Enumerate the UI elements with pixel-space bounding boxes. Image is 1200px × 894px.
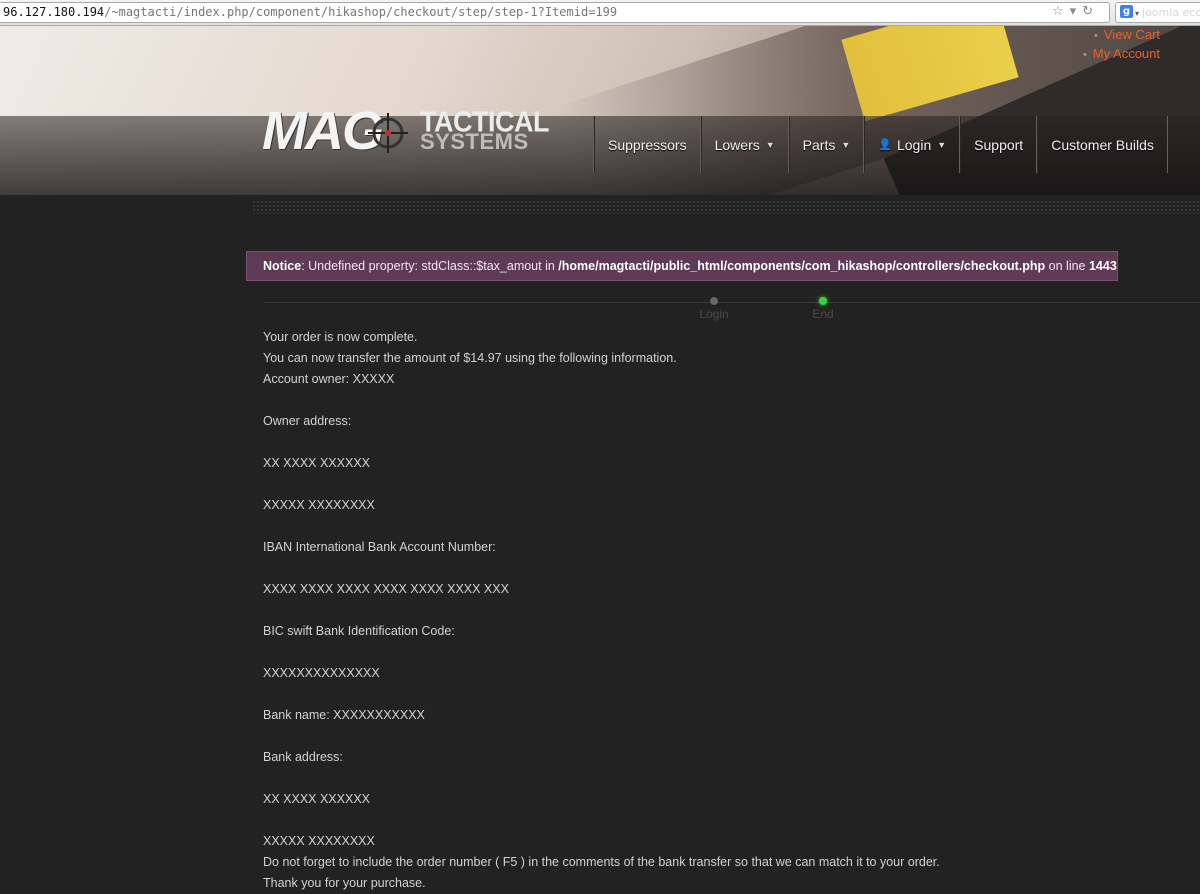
notice-message: : Undefined property: stdClass::$tax_amo… <box>301 259 559 273</box>
confirmation-line: XXXXXXXXXXXXXX <box>263 666 380 680</box>
confirmation-line: XX XXXX XXXXXX <box>263 456 370 470</box>
chevron-down-icon: ▼ <box>765 139 775 150</box>
main-nav: Suppressors Lowers ▼ Parts ▼ 👤 Login ▼ Suppo… <box>593 116 1168 173</box>
confirmation-line: XXXX XXXX XXXX XXXX XXXX XXXX XXX <box>263 582 509 596</box>
nav-label: Parts <box>802 136 836 153</box>
address-bar-actions: ☆ ▾ ↻ <box>1052 4 1099 19</box>
google-icon: g <box>1120 5 1133 18</box>
nav-label: Customer Builds <box>1051 136 1154 153</box>
nav-parts[interactable]: Parts ▼ <box>788 116 865 173</box>
notice-line: 1443 <box>1088 259 1117 273</box>
notice-prefix: Notice <box>263 259 302 273</box>
confirmation-line: Bank name: XXXXXXXXXXX <box>263 708 425 722</box>
dotted-divider <box>252 200 1200 214</box>
step-label: Login <box>699 307 729 321</box>
nav-support[interactable]: Support <box>960 116 1038 173</box>
checkout-step-end: End <box>793 297 853 321</box>
confirmation-line <box>263 810 1163 831</box>
chevron-down-icon[interactable]: ▾ <box>1135 9 1139 18</box>
step-dot <box>710 297 718 305</box>
browser-toolbar: 96.127.180.194/~magtacti/index.php/compo… <box>0 0 1200 26</box>
confirmation-line <box>263 432 1163 453</box>
nav-label: Login <box>896 136 932 153</box>
nav-label: Suppressors <box>608 136 687 153</box>
confirmation-line: XX XXXX XXXXXX <box>263 792 370 806</box>
order-confirmation: Your order is now complete. You can now t… <box>263 327 1163 894</box>
confirmation-line <box>263 558 1163 579</box>
confirmation-line: XXXXX XXXXXXXX <box>263 834 375 848</box>
confirmation-line: Bank address: <box>263 750 343 764</box>
search-text: joomla eco <box>1142 6 1200 19</box>
confirmation-line: Thank you for your purchase. <box>263 876 426 890</box>
my-account-item: My Account <box>1083 45 1160 64</box>
url-path: /~magtacti/index.php/component/hikashop/… <box>104 5 618 19</box>
step-label: End <box>812 307 834 321</box>
chevron-down-icon: ▼ <box>937 139 947 150</box>
confirmation-line: BIC swift Bank Identification Code: <box>263 624 455 638</box>
nav-lowers[interactable]: Lowers ▼ <box>700 116 789 173</box>
top-links: View Cart My Account <box>1083 26 1160 64</box>
nav-login[interactable]: 👤 Login ▼ <box>864 116 961 173</box>
view-cart-item: View Cart <box>1083 26 1160 45</box>
nav-customer-builds[interactable]: Customer Builds <box>1037 116 1168 173</box>
notice-middle: on line <box>1045 259 1089 273</box>
confirmation-line <box>263 726 1163 747</box>
dropdown-arrow-icon[interactable]: ▾ <box>1070 4 1077 19</box>
checkout-step-login: Login <box>684 297 744 321</box>
confirmation-line: You can now transfer the amount of $14.9… <box>263 351 677 365</box>
crosshair-icon <box>368 113 408 153</box>
confirmation-line <box>263 768 1163 789</box>
url-host: 96.127.180.194 <box>3 5 105 19</box>
chevron-down-icon: ▼ <box>841 139 851 150</box>
confirmation-line <box>263 684 1163 705</box>
bookmark-star-icon[interactable]: ☆ <box>1052 4 1064 19</box>
nav-label: Support <box>974 136 1024 153</box>
notice-path: /home/magtacti/public_html/components/co… <box>558 259 1046 273</box>
confirmation-line <box>263 390 1163 411</box>
confirmation-line <box>263 642 1163 663</box>
confirmation-line: XXXXX XXXXXXXX <box>263 498 375 512</box>
confirmation-line: Account owner: XXXXX <box>263 372 395 386</box>
logo-systems: SYSTEMS <box>420 129 529 154</box>
confirmation-line: Do not forget to include the order numbe… <box>263 855 940 869</box>
confirmation-line: IBAN International Bank Account Number: <box>263 540 496 554</box>
confirmation-line <box>263 600 1163 621</box>
search-box[interactable]: g ▾ joomla eco <box>1115 2 1200 23</box>
step-dot-active <box>819 297 827 305</box>
nav-label: Lowers <box>714 136 760 153</box>
address-bar[interactable]: 96.127.180.194/~magtacti/index.php/compo… <box>0 2 1110 23</box>
view-cart-link[interactable]: View Cart <box>1104 27 1160 42</box>
my-account-link[interactable]: My Account <box>1093 46 1160 61</box>
user-icon: 👤 <box>878 139 892 151</box>
confirmation-line <box>263 516 1163 537</box>
php-notice: Notice: Undefined property: stdClass::$t… <box>246 251 1118 281</box>
confirmation-line <box>263 474 1163 495</box>
confirmation-line: Your order is now complete. <box>263 330 418 344</box>
nav-suppressors[interactable]: Suppressors <box>594 116 701 173</box>
site-logo[interactable]: MAG TACTICAL SYSTEMS <box>262 101 549 163</box>
confirmation-line: Owner address: <box>263 414 352 428</box>
logo-mag: MAG <box>262 101 384 161</box>
reload-icon[interactable]: ↻ <box>1082 4 1093 19</box>
